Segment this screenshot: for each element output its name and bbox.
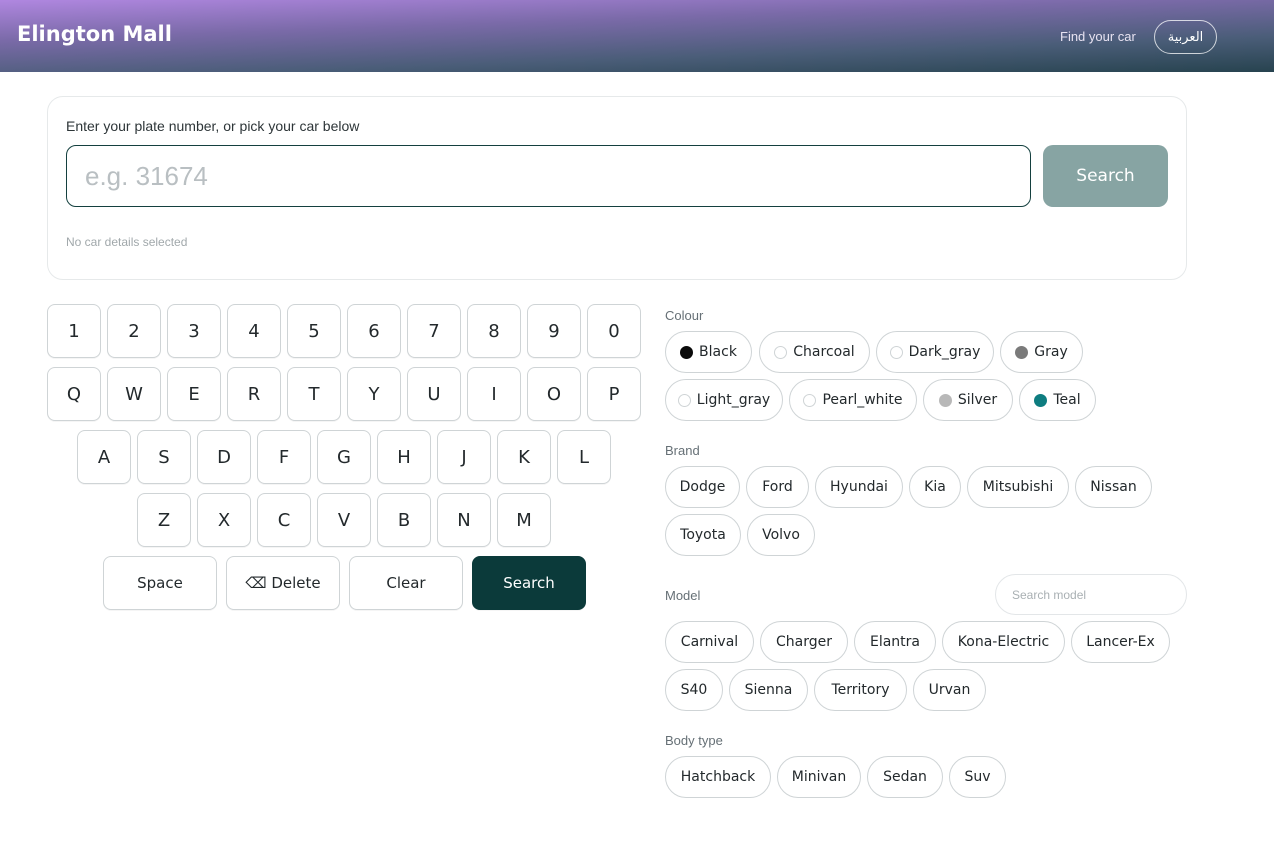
key-s[interactable]: S bbox=[137, 430, 191, 484]
plate-search-button[interactable]: Search bbox=[1043, 145, 1168, 207]
key-d[interactable]: D bbox=[197, 430, 251, 484]
key-c[interactable]: C bbox=[257, 493, 311, 547]
brand-chip-hyundai[interactable]: Hyundai bbox=[815, 466, 903, 508]
body-chip-hatchback[interactable]: Hatchback bbox=[665, 756, 771, 798]
model-chip-kona-electric[interactable]: Kona-Electric bbox=[942, 621, 1065, 663]
colour-swatch bbox=[774, 345, 788, 359]
key-l[interactable]: L bbox=[557, 430, 611, 484]
model-search-input[interactable] bbox=[995, 574, 1187, 615]
colour-swatch bbox=[803, 393, 817, 407]
key-g[interactable]: G bbox=[317, 430, 371, 484]
language-toggle-button[interactable]: العربية bbox=[1154, 20, 1217, 54]
key-e[interactable]: E bbox=[167, 367, 221, 421]
key-8[interactable]: 8 bbox=[467, 304, 521, 358]
key-t[interactable]: T bbox=[287, 367, 341, 421]
colour-chip-dark-gray[interactable]: Dark_gray bbox=[876, 331, 994, 373]
body-chip-suv[interactable]: Suv bbox=[949, 756, 1006, 798]
colour-chip-label: Silver bbox=[957, 392, 998, 408]
brand-chip-kia[interactable]: Kia bbox=[909, 466, 961, 508]
key-7[interactable]: 7 bbox=[407, 304, 461, 358]
key-m[interactable]: M bbox=[497, 493, 551, 547]
key-x[interactable]: X bbox=[197, 493, 251, 547]
plate-search-label: Enter your plate number, or pick your ca… bbox=[66, 118, 360, 134]
colour-chip-gray[interactable]: Gray bbox=[1000, 331, 1083, 373]
key-q[interactable]: Q bbox=[47, 367, 101, 421]
key-u[interactable]: U bbox=[407, 367, 461, 421]
key-p[interactable]: P bbox=[587, 367, 641, 421]
brand-label: Brand bbox=[665, 443, 700, 458]
colour-chip-label: Pearl_white bbox=[822, 392, 903, 408]
brand-chip-mitsubishi[interactable]: Mitsubishi bbox=[967, 466, 1069, 508]
key-h[interactable]: H bbox=[377, 430, 431, 484]
colour-chip-light-gray[interactable]: Light_gray bbox=[665, 379, 783, 421]
plate-search-card: Enter your plate number, or pick your ca… bbox=[47, 96, 1187, 280]
body-chip-minivan[interactable]: Minivan bbox=[777, 756, 861, 798]
colour-chip-silver[interactable]: Silver bbox=[923, 379, 1013, 421]
colour-chip-label: Dark_gray bbox=[908, 344, 981, 360]
colour-chip-label: Black bbox=[699, 344, 737, 360]
colour-swatch bbox=[1015, 345, 1029, 359]
colour-swatch bbox=[1034, 393, 1048, 407]
space-key[interactable]: Space bbox=[103, 556, 217, 610]
app-header: Elington Mall Find your car العربية bbox=[0, 0, 1274, 72]
key-n[interactable]: N bbox=[437, 493, 491, 547]
brand-chip-volvo[interactable]: Volvo bbox=[747, 514, 815, 556]
key-i[interactable]: I bbox=[467, 367, 521, 421]
key-5[interactable]: 5 bbox=[287, 304, 341, 358]
brand-chip-ford[interactable]: Ford bbox=[746, 466, 809, 508]
colour-swatch bbox=[938, 393, 952, 407]
brand-chip-nissan[interactable]: Nissan bbox=[1075, 466, 1152, 508]
key-v[interactable]: V bbox=[317, 493, 371, 547]
key-4[interactable]: 4 bbox=[227, 304, 281, 358]
mall-title: Elington Mall bbox=[17, 22, 172, 46]
body-chip-sedan[interactable]: Sedan bbox=[867, 756, 943, 798]
key-2[interactable]: 2 bbox=[107, 304, 161, 358]
model-label: Model bbox=[665, 588, 701, 603]
model-chip-territory[interactable]: Territory bbox=[814, 669, 907, 711]
colour-swatch bbox=[680, 345, 694, 359]
colour-chip-charcoal[interactable]: Charcoal bbox=[759, 331, 870, 373]
key-a[interactable]: A bbox=[77, 430, 131, 484]
brand-chip-toyota[interactable]: Toyota bbox=[665, 514, 741, 556]
key-w[interactable]: W bbox=[107, 367, 161, 421]
key-j[interactable]: J bbox=[437, 430, 491, 484]
key-z[interactable]: Z bbox=[137, 493, 191, 547]
colour-chip-label: Gray bbox=[1034, 344, 1068, 360]
key-f[interactable]: F bbox=[257, 430, 311, 484]
colour-chip-label: Light_gray bbox=[696, 392, 771, 408]
keyboard-search-button[interactable]: Search bbox=[472, 556, 586, 610]
model-chip-carnival[interactable]: Carnival bbox=[665, 621, 754, 663]
key-0[interactable]: 0 bbox=[587, 304, 641, 358]
model-chip-charger[interactable]: Charger bbox=[760, 621, 848, 663]
selection-status: No car details selected bbox=[66, 235, 188, 249]
model-chip-lancer-ex[interactable]: Lancer-Ex bbox=[1071, 621, 1170, 663]
delete-key[interactable]: ⌫ Delete bbox=[226, 556, 340, 610]
model-chip-sienna[interactable]: Sienna bbox=[729, 669, 808, 711]
key-r[interactable]: R bbox=[227, 367, 281, 421]
colour-swatch bbox=[677, 393, 691, 407]
key-o[interactable]: O bbox=[527, 367, 581, 421]
key-b[interactable]: B bbox=[377, 493, 431, 547]
colour-chip-pearl-white[interactable]: Pearl_white bbox=[789, 379, 917, 421]
key-9[interactable]: 9 bbox=[527, 304, 581, 358]
key-1[interactable]: 1 bbox=[47, 304, 101, 358]
colour-chip-teal[interactable]: Teal bbox=[1019, 379, 1096, 421]
model-chip-elantra[interactable]: Elantra bbox=[854, 621, 936, 663]
brand-chip-dodge[interactable]: Dodge bbox=[665, 466, 740, 508]
model-chip-urvan[interactable]: Urvan bbox=[913, 669, 986, 711]
body-type-label: Body type bbox=[665, 733, 723, 748]
clear-key[interactable]: Clear bbox=[349, 556, 463, 610]
colour-swatch bbox=[889, 345, 903, 359]
key-y[interactable]: Y bbox=[347, 367, 401, 421]
key-6[interactable]: 6 bbox=[347, 304, 401, 358]
plate-number-input[interactable] bbox=[66, 145, 1031, 207]
find-your-car-link[interactable]: Find your car bbox=[1060, 29, 1136, 44]
key-k[interactable]: K bbox=[497, 430, 551, 484]
colour-chip-label: Charcoal bbox=[793, 344, 855, 360]
colour-label: Colour bbox=[665, 308, 704, 323]
key-3[interactable]: 3 bbox=[167, 304, 221, 358]
model-chip-s40[interactable]: S40 bbox=[665, 669, 723, 711]
colour-chip-black[interactable]: Black bbox=[665, 331, 752, 373]
colour-chip-label: Teal bbox=[1053, 392, 1081, 408]
